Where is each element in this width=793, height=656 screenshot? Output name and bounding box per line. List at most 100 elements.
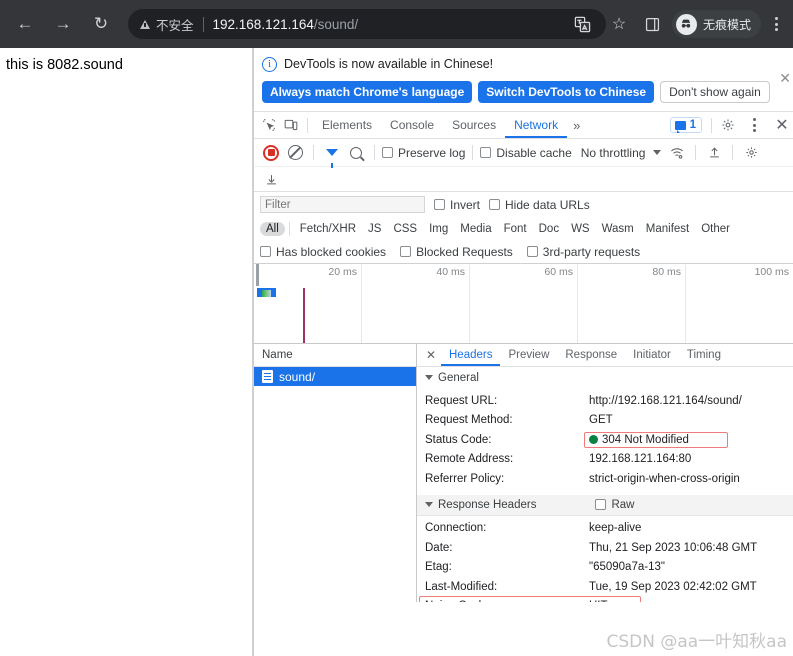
back-button[interactable]: ← [10,9,40,39]
url-path: /sound/ [314,17,358,32]
network-toolbar-second-row [254,167,793,192]
timeline-cell: 60 ms [470,264,578,343]
timeline-left-marker [256,264,259,286]
general-rows: Request URL: http://192.168.121.164/soun… [417,388,793,489]
filter-input[interactable] [260,196,425,213]
type-filter-manifest[interactable]: Manifest [640,222,695,236]
raw-toggle-checkbox[interactable]: Raw [595,499,634,511]
network-overview-timeline[interactable]: 20 ms 40 ms 60 ms 80 ms 100 ms [254,264,793,344]
hide-data-urls-checkbox[interactable]: Hide data URLs [489,198,590,212]
dont-show-again-button[interactable]: Don't show again [660,81,770,103]
tab-elements[interactable]: Elements [313,112,381,138]
tick-label-100ms: 100 ms [755,266,789,278]
chevron-down-icon [425,375,433,380]
has-blocked-cookies-checkbox[interactable]: Has blocked cookies [260,245,386,259]
general-row-status-code: Status Code: 304 Not Modified [425,430,793,450]
incognito-icon [676,14,697,35]
general-section-header[interactable]: General [417,367,793,388]
download-icon[interactable] [260,168,282,190]
checkbox-box [260,246,271,257]
banner-message: DevTools is now available in Chinese! [284,57,493,71]
search-icon[interactable] [345,142,367,164]
third-party-requests-label: 3rd-party requests [543,245,640,259]
banner-actions: Always match Chrome's language Switch De… [262,81,785,103]
blocked-requests-checkbox[interactable]: Blocked Requests [400,245,513,259]
screenshot-root: ← → ↻ 不安全 192.168.121.164/sound/ ☆ [0,0,793,656]
clear-icon[interactable] [284,142,306,164]
type-filter-css[interactable]: CSS [387,222,423,236]
type-filter-font[interactable]: Font [498,222,533,236]
detail-tab-preview[interactable]: Preview [500,344,557,366]
bookmark-star-icon[interactable]: ☆ [606,11,632,37]
tab-network[interactable]: Network [505,112,567,138]
more-tabs-icon[interactable]: » [567,118,586,133]
browser-menu-icon[interactable] [763,17,789,31]
filter-row: Invert Hide data URLs [254,192,793,217]
type-filter-doc[interactable]: Doc [533,222,565,236]
type-filter-ws[interactable]: WS [565,222,596,236]
response-headers-section-header[interactable]: Response Headers Raw [417,495,793,516]
record-stop-icon[interactable] [260,142,282,164]
row-key: Remote Address: [425,453,589,465]
request-list: Name sound/ [254,344,417,602]
switch-devtools-language-button[interactable]: Switch DevTools to Chinese [478,81,654,103]
type-filter-media[interactable]: Media [454,222,497,236]
inspect-element-icon[interactable] [258,114,280,136]
tab-console[interactable]: Console [381,112,443,138]
throttling-select[interactable]: No throttling [581,146,646,160]
type-filter-other[interactable]: Other [695,222,736,236]
row-value: GET [589,414,613,426]
toolbar-divider-2 [374,145,375,160]
type-filter-js[interactable]: JS [362,222,387,236]
detail-tab-initiator[interactable]: Initiator [625,344,679,366]
chevron-down-icon[interactable] [653,150,661,155]
device-toolbar-icon[interactable] [280,114,302,136]
checkbox-box [595,499,606,510]
always-match-language-button[interactable]: Always match Chrome's language [262,81,472,103]
upload-icon[interactable] [703,142,725,164]
type-filter-fetch-xhr[interactable]: Fetch/XHR [294,222,362,236]
preserve-log-checkbox[interactable]: Preserve log [382,146,465,160]
type-filter-img[interactable]: Img [423,222,454,236]
row-key: Etag: [425,561,589,573]
message-count: 1 [690,119,696,131]
incognito-indicator[interactable]: 无痕模式 [672,10,761,38]
address-bar[interactable]: 不安全 192.168.121.164/sound/ [128,9,606,39]
funnel-icon[interactable] [321,142,343,164]
type-filter-all[interactable]: All [260,222,285,236]
url-host: 192.168.121.164 [213,17,314,32]
tab-divider-2 [711,118,712,133]
forward-button[interactable]: → [48,9,78,39]
devtools-menu-icon[interactable] [741,118,767,132]
type-filter-wasm[interactable]: Wasm [596,222,640,236]
detail-close-icon[interactable]: ✕ [421,348,441,362]
tick-label-40ms: 40 ms [436,266,465,278]
reload-button[interactable]: ↻ [86,9,116,39]
row-value: Thu, 21 Sep 2023 10:06:48 GMT [589,542,757,554]
checkbox-box [382,147,393,158]
has-blocked-cookies-label: Has blocked cookies [276,245,386,259]
tab-sources[interactable]: Sources [443,112,505,138]
invert-checkbox[interactable]: Invert [434,198,480,212]
detail-tab-headers[interactable]: Headers [441,344,500,366]
response-header-rows: Connection: keep-alive Date: Thu, 21 Sep… [417,516,793,603]
gear-icon[interactable] [717,114,739,136]
banner-close-icon[interactable]: ✕ [779,70,791,87]
side-panel-icon[interactable] [638,9,668,39]
timeline-cell: 40 ms [362,264,470,343]
console-message-badge[interactable]: 1 [670,117,702,133]
row-value: strict-origin-when-cross-origin [589,473,740,485]
request-list-header[interactable]: Name [254,344,416,367]
devtools-close-icon[interactable]: ✕ [771,114,793,136]
detail-tab-timing[interactable]: Timing [679,344,729,366]
detail-tab-response[interactable]: Response [557,344,625,366]
wifi-settings-icon[interactable] [666,142,688,164]
row-key: Nginx-Cache: [425,600,589,602]
disable-cache-checkbox[interactable]: Disable cache [480,146,571,160]
request-row-sound[interactable]: sound/ [254,367,416,386]
translate-icon[interactable] [572,13,594,35]
third-party-requests-checkbox[interactable]: 3rd-party requests [527,245,640,259]
network-settings-gear-icon[interactable] [740,142,762,164]
tick-label-60ms: 60 ms [544,266,573,278]
checkbox-box [400,246,411,257]
